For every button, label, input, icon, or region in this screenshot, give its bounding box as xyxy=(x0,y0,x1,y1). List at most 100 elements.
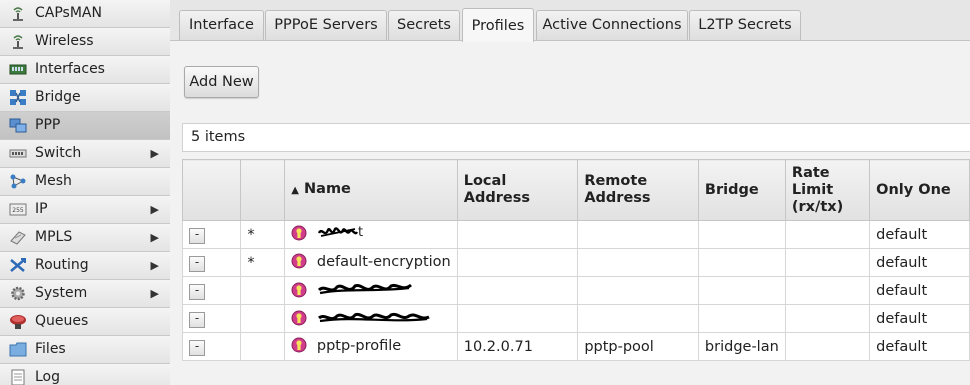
column-header-remote-address[interactable]: Remote Address xyxy=(577,159,699,221)
column-header-local-address[interactable]: Local Address xyxy=(456,159,579,221)
sidebar-item-files[interactable]: Files xyxy=(0,336,170,364)
rate-limit-cell xyxy=(784,248,871,277)
sidebar-item-label: Files xyxy=(35,341,66,357)
sidebar-item-label: MPLS xyxy=(35,229,73,245)
chevron-right-icon: ▶ xyxy=(150,203,159,216)
sidebar-item-mpls[interactable]: MPLS ▶ xyxy=(0,224,170,252)
sidebar-item-log[interactable]: Log xyxy=(0,364,170,385)
profile-icon xyxy=(291,282,307,302)
sidebar-item-bridge[interactable]: Bridge xyxy=(0,84,170,112)
remove-button[interactable]: - xyxy=(189,311,205,328)
column-header-name[interactable]: ▲ Name xyxy=(284,159,458,221)
only-one-cell: default xyxy=(869,220,970,249)
remove-button[interactable]: - xyxy=(189,283,205,300)
name-cell xyxy=(284,304,458,333)
remote-address-cell xyxy=(577,276,699,305)
table-row[interactable]: - default xyxy=(181,276,970,305)
local-address-cell: 10.2.0.71 xyxy=(456,332,579,361)
column-header-actions xyxy=(181,159,242,221)
gear-icon xyxy=(9,285,27,302)
row-action-cell: - xyxy=(181,332,242,361)
local-address-cell xyxy=(456,304,579,333)
remote-address-cell xyxy=(577,248,699,277)
chevron-right-icon: ▶ xyxy=(150,147,159,160)
row-action-cell: - xyxy=(181,248,242,277)
mpls-icon xyxy=(9,229,27,246)
sidebar-item-label: PPP xyxy=(35,117,61,133)
tab-profiles[interactable]: Profiles xyxy=(462,8,534,42)
sidebar-item-mesh[interactable]: Mesh xyxy=(0,168,170,196)
name-text: default-encryption xyxy=(316,253,451,270)
remote-address-cell xyxy=(577,304,699,333)
remove-button[interactable]: - xyxy=(189,227,205,244)
table-row[interactable]: - * t default xyxy=(181,220,970,249)
sidebar-item-label: Routing xyxy=(35,257,89,273)
bridge-cell xyxy=(697,276,786,305)
row-flag xyxy=(240,276,286,305)
name-cell: pptp-profile xyxy=(284,332,458,361)
tab-active-connections[interactable]: Active Connections xyxy=(536,10,688,40)
sidebar-item-routing[interactable]: Routing ▶ xyxy=(0,252,170,280)
only-one-cell: default xyxy=(869,304,970,333)
sidebar-item-label: Interfaces xyxy=(35,61,105,77)
bridge-cell: bridge-lan xyxy=(697,332,786,361)
table-row[interactable]: - pptp-profile 10.2.0.71 pptp-pool bridg… xyxy=(181,332,970,361)
sidebar-item-label: System xyxy=(35,285,88,301)
table-row[interactable]: - * default-encryption default xyxy=(181,248,970,277)
local-address-cell xyxy=(456,276,579,305)
redacted-name xyxy=(317,308,431,330)
tab-secrets[interactable]: Secrets xyxy=(388,10,460,40)
row-flag: * xyxy=(240,248,286,277)
sidebar-item-label: Bridge xyxy=(35,89,81,105)
sidebar-item-label: CAPsMAN xyxy=(35,5,102,21)
tab-interface[interactable]: Interface xyxy=(179,10,264,40)
remove-button[interactable]: - xyxy=(189,255,205,272)
column-header-flags xyxy=(240,159,286,221)
profile-icon xyxy=(291,225,307,245)
redacted-name xyxy=(317,280,413,302)
sidebar-item-wireless[interactable]: Wireless xyxy=(0,28,170,56)
remote-address-cell: pptp-pool xyxy=(577,332,699,361)
table-row[interactable]: - default xyxy=(181,304,970,333)
remove-button[interactable]: - xyxy=(189,339,205,356)
tab-pppoe-servers[interactable]: PPPoE Servers xyxy=(265,10,387,40)
column-header-rate-limit[interactable]: Rate Limit (rx/tx) xyxy=(784,159,871,221)
only-one-cell: default xyxy=(869,248,970,277)
chevron-right-icon: ▶ xyxy=(150,287,159,300)
rate-limit-cell xyxy=(784,304,871,333)
tab-l2tp-secrets[interactable]: L2TP Secrets xyxy=(689,10,801,40)
profiles-table: ▲ Name Local Address Remote Address Brid… xyxy=(181,159,970,361)
queues-icon xyxy=(9,313,27,330)
sidebar-item-ip[interactable]: 255 IP ▶ xyxy=(0,196,170,224)
column-header-only-one[interactable]: Only One xyxy=(869,159,970,221)
sidebar-item-ppp[interactable]: PPP xyxy=(0,112,170,140)
log-icon xyxy=(9,369,27,385)
sidebar-item-label: Queues xyxy=(35,313,89,329)
row-action-cell: - xyxy=(181,220,242,249)
add-new-button[interactable]: Add New xyxy=(184,66,259,98)
row-flag xyxy=(240,332,286,361)
redacted-name: t xyxy=(317,224,367,244)
wireless-icon xyxy=(9,33,27,50)
sidebar-menu: CAPsMAN Wireless Interfaces Bridge PPP S… xyxy=(0,0,171,385)
local-address-cell xyxy=(456,248,579,277)
sidebar-item-label: Mesh xyxy=(35,173,72,189)
column-header-bridge[interactable]: Bridge xyxy=(697,159,786,221)
name-cell: default-encryption xyxy=(284,248,458,277)
mesh-icon xyxy=(9,173,27,190)
sidebar-item-system[interactable]: System ▶ xyxy=(0,280,170,308)
bridge-icon xyxy=(9,89,27,106)
sidebar-item-switch[interactable]: Switch ▶ xyxy=(0,140,170,168)
local-address-cell xyxy=(456,220,579,249)
sidebar-item-interfaces[interactable]: Interfaces xyxy=(0,56,170,84)
sort-ascending-icon: ▲ xyxy=(291,185,299,196)
rate-limit-cell xyxy=(784,332,871,361)
name-cell xyxy=(284,276,458,305)
chevron-right-icon: ▶ xyxy=(150,259,159,272)
sidebar-item-label: Log xyxy=(35,369,61,385)
interfaces-icon xyxy=(9,61,27,78)
item-count: 5 items xyxy=(182,123,970,152)
sidebar-item-queues[interactable]: Queues xyxy=(0,308,170,336)
sidebar-item-capsman[interactable]: CAPsMAN xyxy=(0,0,170,28)
tab-bar: Interface PPPoE Servers Secrets Profiles… xyxy=(170,0,970,42)
